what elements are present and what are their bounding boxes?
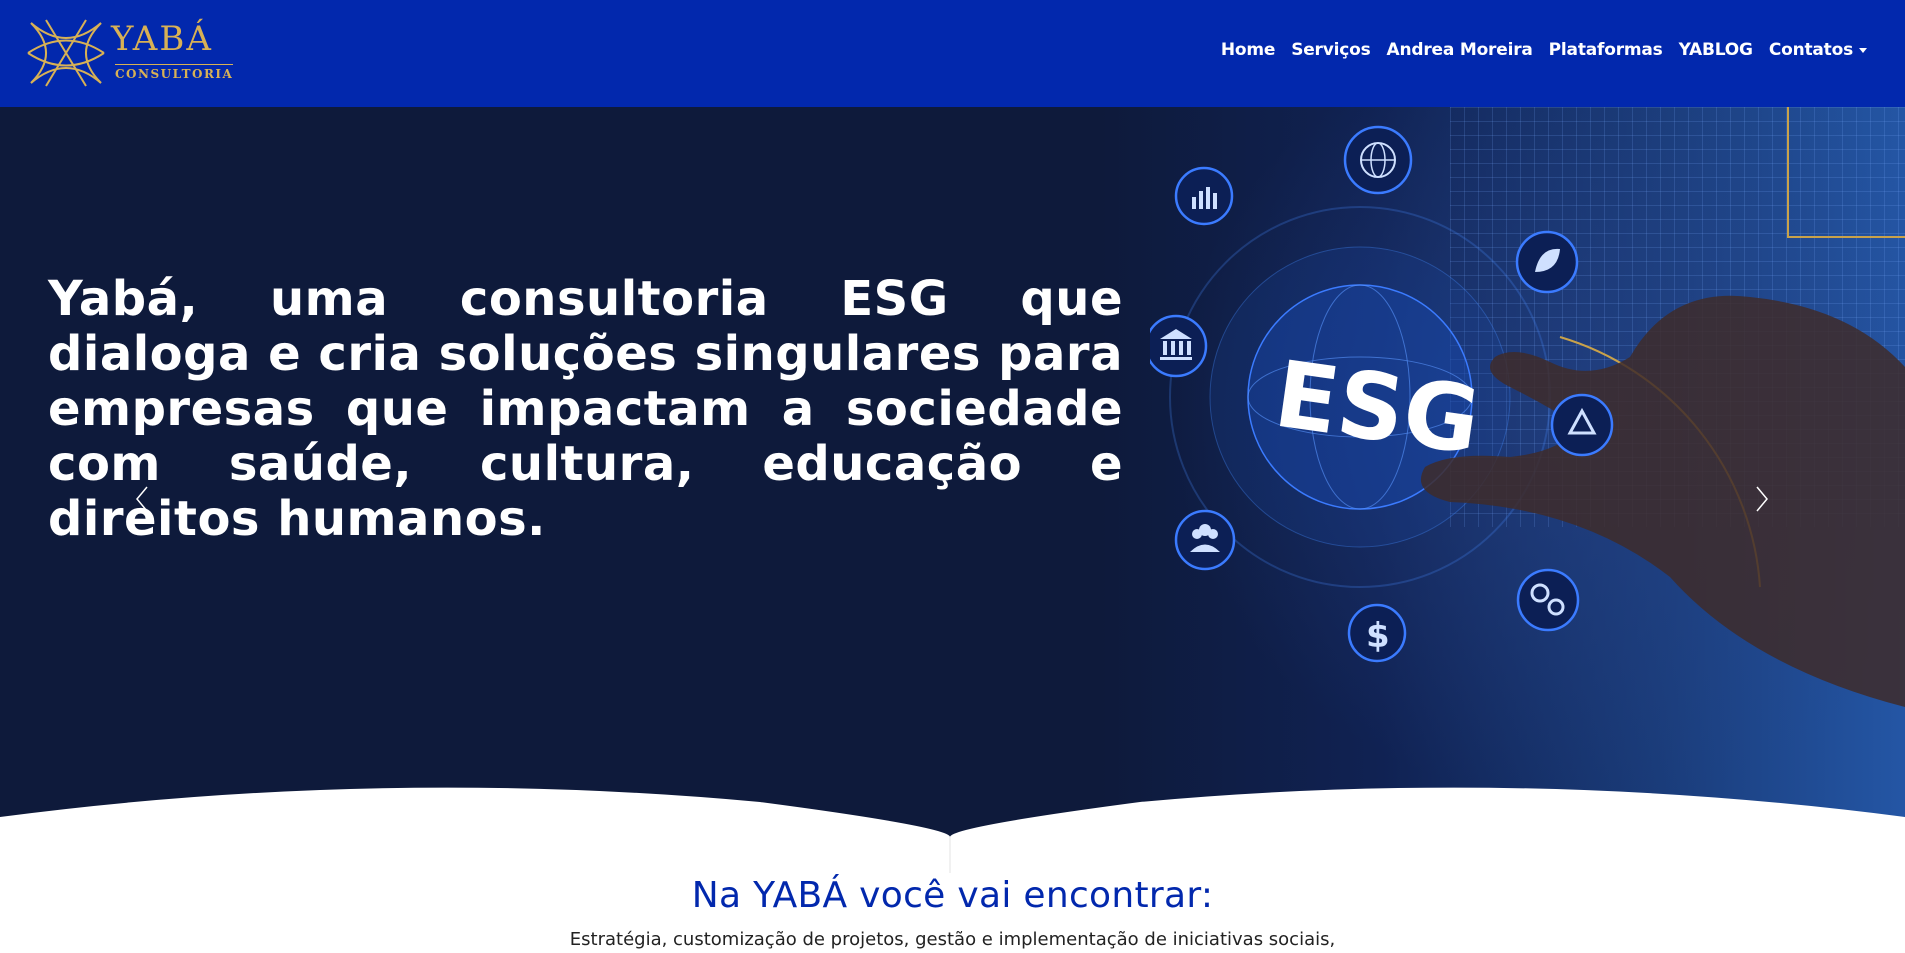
chevron-left-icon: [136, 486, 148, 512]
gold-frame-line: [1787, 107, 1905, 238]
brand-logo-link[interactable]: YABÁ CONSULTORIA: [26, 18, 234, 88]
hero-wave-divider: [0, 787, 1905, 873]
dollar-icon: $: [1347, 603, 1407, 663]
gears-icon: [1516, 568, 1580, 632]
hero-headline: Yabá, uma consultoria ESG que dialoga e …: [48, 271, 1123, 547]
brand-tagline: CONSULTORIA: [115, 64, 234, 81]
nav-home[interactable]: Home: [1221, 40, 1276, 60]
esg-illustration: ESG $: [1150, 107, 1905, 707]
svg-text:$: $: [1366, 616, 1390, 656]
hero-carousel: ESG $ Yabá, uma consultoria ESG que dial…: [0, 107, 1905, 873]
caret-down-icon: [1859, 47, 1867, 53]
people-icon: [1174, 509, 1236, 571]
carousel-prev-button[interactable]: [133, 479, 153, 519]
nav-plataformas[interactable]: Plataformas: [1549, 40, 1663, 60]
nav-servicos[interactable]: Serviços: [1291, 40, 1371, 60]
chevron-right-icon: [1756, 486, 1768, 512]
nav-andrea-moreira[interactable]: Andrea Moreira: [1387, 40, 1533, 60]
nav-contatos-label: Contatos: [1768, 40, 1853, 60]
bank-icon: [1150, 314, 1208, 378]
nav-yablog[interactable]: YABLOG: [1679, 40, 1753, 60]
section-text: Estratégia, customização de projetos, ge…: [569, 929, 1336, 950]
yaba-logo-icon: [27, 19, 105, 87]
globe-icon: [1343, 125, 1413, 195]
recycle-icon: [1550, 393, 1614, 457]
bar-chart-icon: [1174, 166, 1234, 226]
main-nav: Home Serviços Andrea Moreira Plataformas…: [1221, 40, 1867, 60]
navbar: YABÁ CONSULTORIA Home Serviços Andrea Mo…: [0, 0, 1905, 107]
nav-contatos-dropdown[interactable]: Contatos: [1769, 40, 1867, 60]
leaf-icon: [1515, 230, 1579, 294]
brand-name: YABÁ: [111, 19, 213, 59]
section-title: Na YABÁ você vai encontrar:: [691, 875, 1214, 916]
carousel-next-button[interactable]: [1751, 479, 1771, 519]
